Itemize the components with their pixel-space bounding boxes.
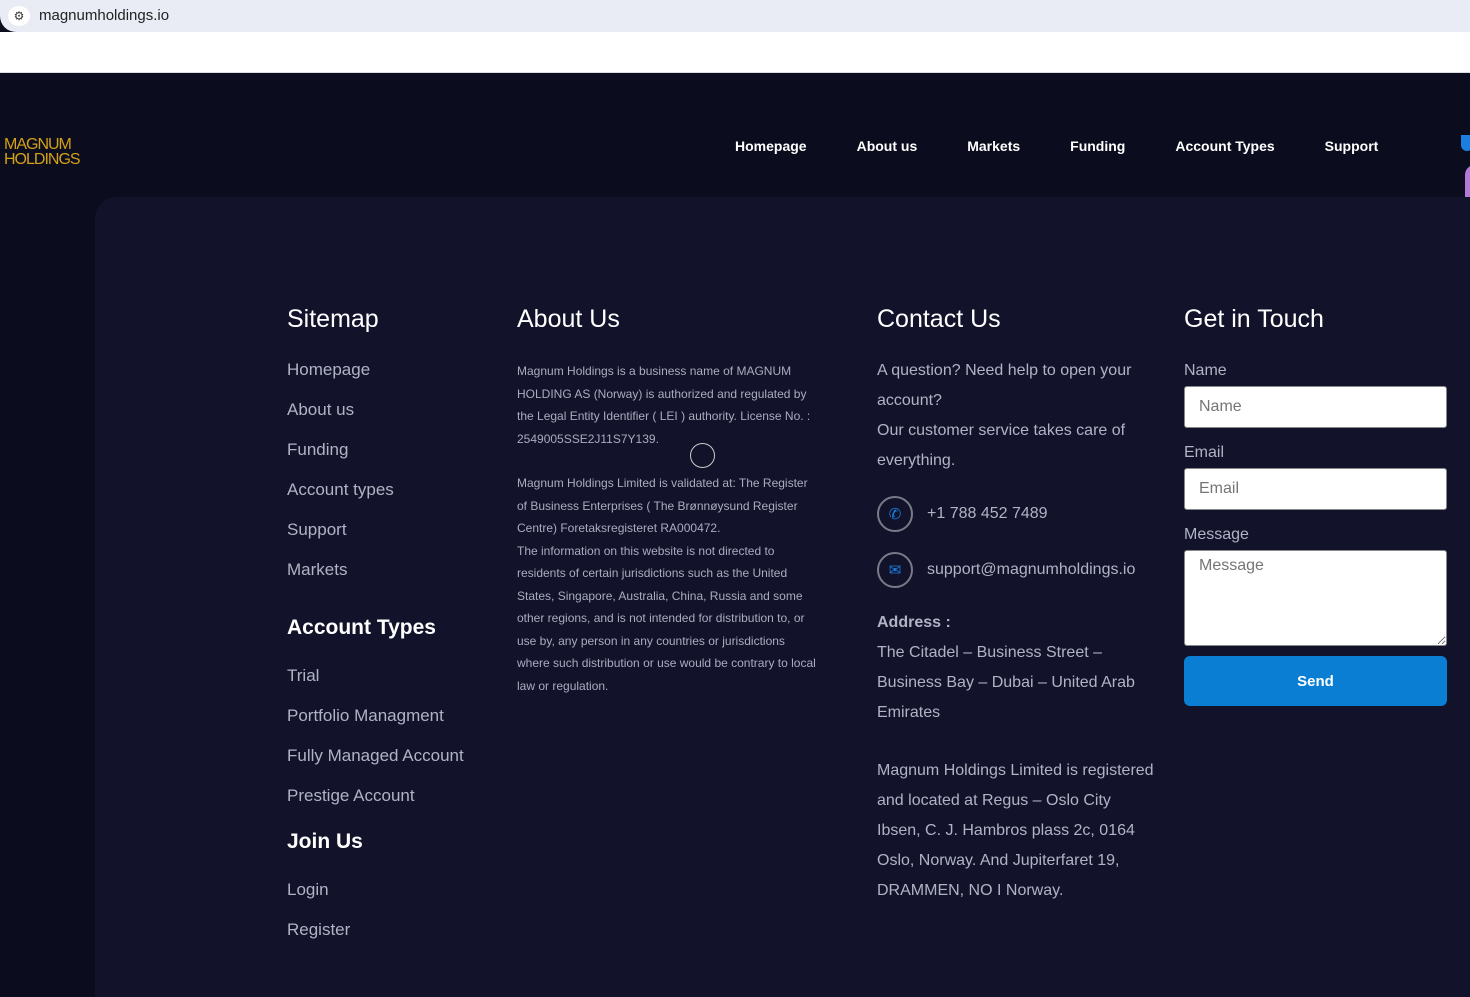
nav-account-types[interactable]: Account Types bbox=[1175, 138, 1274, 154]
message-label: Message bbox=[1184, 526, 1249, 543]
nav-support[interactable]: Support bbox=[1325, 138, 1379, 154]
logo[interactable]: MAGNUM HOLDINGS bbox=[4, 136, 81, 168]
main-nav: Homepage About us Markets Funding Accoun… bbox=[735, 138, 1428, 154]
shield-icon[interactable] bbox=[1461, 135, 1470, 151]
contact-title: Contact Us bbox=[877, 305, 1001, 333]
nav-funding[interactable]: Funding bbox=[1070, 138, 1125, 154]
email-row: ✉ support@magnumholdings.io bbox=[877, 552, 1157, 588]
footer-panel: Sitemap Homepage About us Funding Accoun… bbox=[95, 197, 1470, 997]
site: MAGNUM HOLDINGS Homepage About us Markets… bbox=[0, 73, 1470, 997]
message-input[interactable] bbox=[1184, 550, 1447, 646]
join-title: Join Us bbox=[287, 830, 363, 853]
browser-spacer bbox=[0, 32, 1470, 73]
chat-widget[interactable] bbox=[1465, 165, 1470, 197]
about-text-2: Magnum Holdings Limited is validated at:… bbox=[517, 476, 808, 535]
site-settings-icon[interactable]: ⚙ bbox=[8, 6, 30, 26]
name-input[interactable] bbox=[1184, 386, 1447, 428]
account-fully-managed[interactable]: Fully Managed Account bbox=[287, 746, 464, 786]
mail-icon: ✉ bbox=[877, 552, 913, 588]
sitemap-support[interactable]: Support bbox=[287, 520, 464, 560]
email-input[interactable] bbox=[1184, 468, 1447, 510]
sitemap-markets[interactable]: Markets bbox=[287, 560, 464, 600]
contact-intro-2: Our customer service takes care of every… bbox=[877, 422, 1126, 469]
address-text: The Citadel – Business Street – Business… bbox=[877, 644, 1135, 721]
account-prestige[interactable]: Prestige Account bbox=[287, 786, 464, 826]
sitemap-homepage[interactable]: Homepage bbox=[287, 360, 464, 400]
form-title: Get in Touch bbox=[1184, 305, 1324, 333]
login-link[interactable]: Login bbox=[287, 880, 464, 920]
send-button[interactable]: Send bbox=[1184, 656, 1447, 706]
phone-number[interactable]: +1 788 452 7489 bbox=[927, 499, 1048, 529]
address-label: Address : bbox=[877, 614, 951, 631]
phone-icon: ✆ bbox=[877, 496, 913, 532]
account-trial[interactable]: Trial bbox=[287, 666, 464, 706]
nav-homepage[interactable]: Homepage bbox=[735, 138, 807, 154]
logo-line2: HOLDINGS bbox=[4, 151, 81, 168]
address-bar[interactable]: ⚙ magnumholdings.io bbox=[0, 0, 1470, 32]
about-title: About Us bbox=[517, 305, 620, 333]
sitemap-about-us[interactable]: About us bbox=[287, 400, 464, 440]
about-column: About Us Magnum Holdings is a business n… bbox=[517, 305, 817, 697]
sitemap-title: Sitemap bbox=[287, 305, 379, 333]
contact-form: Get in Touch Name Email Message Send bbox=[1184, 305, 1447, 706]
account-portfolio[interactable]: Portfolio Managment bbox=[287, 706, 464, 746]
sitemap-account-types[interactable]: Account types bbox=[287, 480, 464, 520]
loading-spinner bbox=[690, 443, 715, 468]
contact-intro-1: A question? Need help to open your accou… bbox=[877, 362, 1132, 409]
contact-column: Contact Us A question? Need help to open… bbox=[877, 305, 1157, 906]
registered-text: Magnum Holdings Limited is registered an… bbox=[877, 762, 1154, 899]
nav-about-us[interactable]: About us bbox=[857, 138, 918, 154]
phone-row: ✆ +1 788 452 7489 bbox=[877, 496, 1157, 532]
logo-line1: MAGNUM bbox=[4, 136, 72, 153]
url-text[interactable]: magnumholdings.io bbox=[39, 7, 169, 24]
about-text-3: The information on this website is not d… bbox=[517, 543, 816, 693]
register-link[interactable]: Register bbox=[287, 920, 464, 960]
account-types-title: Account Types bbox=[287, 616, 436, 639]
name-label: Name bbox=[1184, 362, 1227, 379]
email-address[interactable]: support@magnumholdings.io bbox=[927, 555, 1135, 585]
sitemap-funding[interactable]: Funding bbox=[287, 440, 464, 480]
nav-markets[interactable]: Markets bbox=[967, 138, 1020, 154]
email-label: Email bbox=[1184, 444, 1225, 461]
about-text-1: Magnum Holdings is a business name of MA… bbox=[517, 364, 811, 446]
sitemap-column: Sitemap Homepage About us Funding Accoun… bbox=[287, 305, 464, 960]
